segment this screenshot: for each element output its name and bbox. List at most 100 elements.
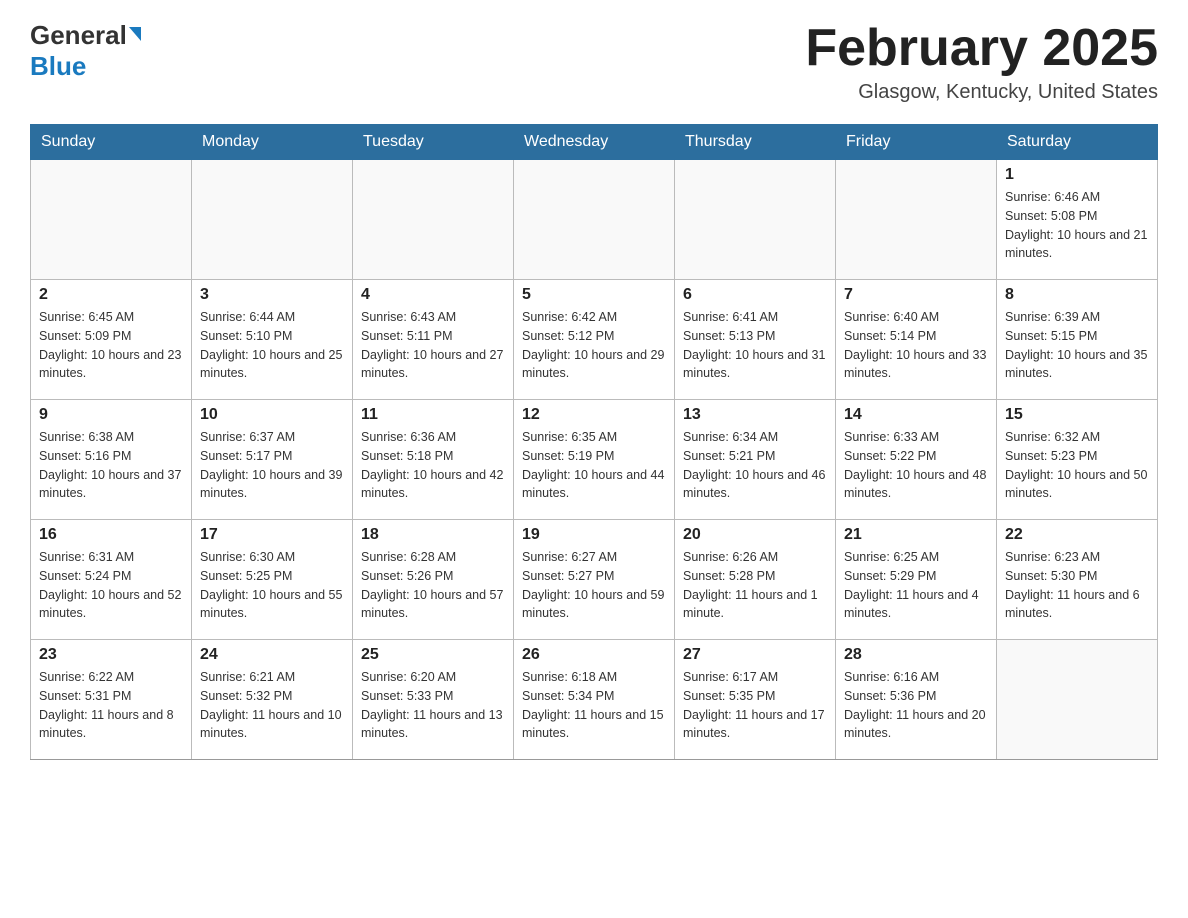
day-info: Sunrise: 6:36 AMSunset: 5:18 PMDaylight:…	[361, 428, 505, 503]
day-number: 18	[361, 526, 505, 544]
calendar-cell: 13 Sunrise: 6:34 AMSunset: 5:21 PMDayligh…	[675, 400, 836, 520]
day-number: 23	[39, 646, 183, 664]
day-info: Sunrise: 6:38 AMSunset: 5:16 PMDaylight:…	[39, 428, 183, 503]
day-number: 17	[200, 526, 344, 544]
day-number: 9	[39, 406, 183, 424]
day-info: Sunrise: 6:23 AMSunset: 5:30 PMDaylight:…	[1005, 548, 1149, 623]
day-number: 13	[683, 406, 827, 424]
calendar-cell	[353, 160, 514, 280]
day-number: 21	[844, 526, 988, 544]
day-number: 15	[1005, 406, 1149, 424]
day-info: Sunrise: 6:18 AMSunset: 5:34 PMDaylight:…	[522, 668, 666, 743]
day-number: 3	[200, 286, 344, 304]
day-number: 2	[39, 286, 183, 304]
day-number: 24	[200, 646, 344, 664]
day-info: Sunrise: 6:41 AMSunset: 5:13 PMDaylight:…	[683, 308, 827, 383]
calendar-cell: 8 Sunrise: 6:39 AMSunset: 5:15 PMDaylight…	[997, 280, 1158, 400]
calendar-cell: 3 Sunrise: 6:44 AMSunset: 5:10 PMDaylight…	[192, 280, 353, 400]
day-info: Sunrise: 6:35 AMSunset: 5:19 PMDaylight:…	[522, 428, 666, 503]
day-info: Sunrise: 6:16 AMSunset: 5:36 PMDaylight:…	[844, 668, 988, 743]
day-info: Sunrise: 6:37 AMSunset: 5:17 PMDaylight:…	[200, 428, 344, 503]
day-number: 10	[200, 406, 344, 424]
calendar-cell: 7Sunrise: 6:40 AMSunset: 5:14 PMDaylight…	[836, 280, 997, 400]
title-area: February 2025 Glasgow, Kentucky, United …	[805, 20, 1158, 104]
day-number: 27	[683, 646, 827, 664]
day-number: 25	[361, 646, 505, 664]
day-number: 26	[522, 646, 666, 664]
calendar-cell: 19Sunrise: 6:27 AMSunset: 5:27 PMDayligh…	[514, 520, 675, 640]
day-info: Sunrise: 6:43 AMSunset: 5:11 PMDaylight:…	[361, 308, 505, 383]
calendar-cell: 22 Sunrise: 6:23 AMSunset: 5:30 PMDayligh…	[997, 520, 1158, 640]
logo-text: General	[30, 20, 141, 51]
calendar-table: SundayMondayTuesdayWednesdayThursdayFrid…	[30, 124, 1158, 760]
calendar-week-row: 9 Sunrise: 6:38 AMSunset: 5:16 PMDaylight…	[31, 400, 1158, 520]
day-number: 5	[522, 286, 666, 304]
location: Glasgow, Kentucky, United States	[805, 81, 1158, 104]
calendar-header-tuesday: Tuesday	[353, 125, 514, 160]
calendar-cell: 16Sunrise: 6:31 AMSunset: 5:24 PMDayligh…	[31, 520, 192, 640]
calendar-cell: 28 Sunrise: 6:16 AMSunset: 5:36 PMDayligh…	[836, 640, 997, 760]
month-title: February 2025	[805, 20, 1158, 77]
calendar-cell: 20 Sunrise: 6:26 AMSunset: 5:28 PMDayligh…	[675, 520, 836, 640]
day-info: Sunrise: 6:42 AMSunset: 5:12 PMDaylight:…	[522, 308, 666, 383]
logo: General Blue	[30, 20, 141, 82]
calendar-header-sunday: Sunday	[31, 125, 192, 160]
day-info: Sunrise: 6:22 AMSunset: 5:31 PMDaylight:…	[39, 668, 183, 743]
day-number: 7	[844, 286, 988, 304]
calendar-week-row: 23 Sunrise: 6:22 AMSunset: 5:31 PMDayligh…	[31, 640, 1158, 760]
calendar-cell: 17 Sunrise: 6:30 AMSunset: 5:25 PMDayligh…	[192, 520, 353, 640]
day-number: 12	[522, 406, 666, 424]
calendar-week-row: 1 Sunrise: 6:46 AMSunset: 5:08 PMDaylight…	[31, 160, 1158, 280]
day-info: Sunrise: 6:21 AMSunset: 5:32 PMDaylight:…	[200, 668, 344, 743]
calendar-cell	[31, 160, 192, 280]
day-number: 28	[844, 646, 988, 664]
day-info: Sunrise: 6:33 AMSunset: 5:22 PMDaylight:…	[844, 428, 988, 503]
calendar-header-wednesday: Wednesday	[514, 125, 675, 160]
calendar-cell: 5 Sunrise: 6:42 AMSunset: 5:12 PMDaylight…	[514, 280, 675, 400]
calendar-cell	[514, 160, 675, 280]
calendar-week-row: 16Sunrise: 6:31 AMSunset: 5:24 PMDayligh…	[31, 520, 1158, 640]
day-number: 20	[683, 526, 827, 544]
calendar-cell: 11 Sunrise: 6:36 AMSunset: 5:18 PMDayligh…	[353, 400, 514, 520]
day-info: Sunrise: 6:44 AMSunset: 5:10 PMDaylight:…	[200, 308, 344, 383]
calendar-cell: 1 Sunrise: 6:46 AMSunset: 5:08 PMDaylight…	[997, 160, 1158, 280]
day-info: Sunrise: 6:34 AMSunset: 5:21 PMDaylight:…	[683, 428, 827, 503]
logo-arrow-icon	[129, 27, 141, 41]
day-info: Sunrise: 6:30 AMSunset: 5:25 PMDaylight:…	[200, 548, 344, 623]
day-number: 6	[683, 286, 827, 304]
page-header: General Blue February 2025 Glasgow, Kent…	[30, 20, 1158, 104]
calendar-cell: 25 Sunrise: 6:20 AMSunset: 5:33 PMDayligh…	[353, 640, 514, 760]
day-info: Sunrise: 6:26 AMSunset: 5:28 PMDaylight:…	[683, 548, 827, 623]
calendar-header-saturday: Saturday	[997, 125, 1158, 160]
day-info: Sunrise: 6:20 AMSunset: 5:33 PMDaylight:…	[361, 668, 505, 743]
calendar-cell: 26 Sunrise: 6:18 AMSunset: 5:34 PMDayligh…	[514, 640, 675, 760]
day-info: Sunrise: 6:45 AMSunset: 5:09 PMDaylight:…	[39, 308, 183, 383]
calendar-cell: 21 Sunrise: 6:25 AMSunset: 5:29 PMDayligh…	[836, 520, 997, 640]
day-number: 14	[844, 406, 988, 424]
day-number: 8	[1005, 286, 1149, 304]
day-info: Sunrise: 6:32 AMSunset: 5:23 PMDaylight:…	[1005, 428, 1149, 503]
calendar-cell	[836, 160, 997, 280]
calendar-header-friday: Friday	[836, 125, 997, 160]
day-number: 1	[1005, 166, 1149, 184]
day-info: Sunrise: 6:39 AMSunset: 5:15 PMDaylight:…	[1005, 308, 1149, 383]
day-number: 4	[361, 286, 505, 304]
day-info: Sunrise: 6:46 AMSunset: 5:08 PMDaylight:…	[1005, 188, 1149, 263]
calendar-cell: 24 Sunrise: 6:21 AMSunset: 5:32 PMDayligh…	[192, 640, 353, 760]
calendar-cell: 15 Sunrise: 6:32 AMSunset: 5:23 PMDayligh…	[997, 400, 1158, 520]
calendar-header-row: SundayMondayTuesdayWednesdayThursdayFrid…	[31, 125, 1158, 160]
calendar-cell: 14 Sunrise: 6:33 AMSunset: 5:22 PMDayligh…	[836, 400, 997, 520]
day-number: 22	[1005, 526, 1149, 544]
calendar-cell: 2 Sunrise: 6:45 AMSunset: 5:09 PMDaylight…	[31, 280, 192, 400]
calendar-cell: 6 Sunrise: 6:41 AMSunset: 5:13 PMDaylight…	[675, 280, 836, 400]
calendar-cell: 18 Sunrise: 6:28 AMSunset: 5:26 PMDayligh…	[353, 520, 514, 640]
calendar-week-row: 2 Sunrise: 6:45 AMSunset: 5:09 PMDaylight…	[31, 280, 1158, 400]
day-info: Sunrise: 6:28 AMSunset: 5:26 PMDaylight:…	[361, 548, 505, 623]
day-number: 11	[361, 406, 505, 424]
calendar-cell: 23 Sunrise: 6:22 AMSunset: 5:31 PMDayligh…	[31, 640, 192, 760]
day-info: Sunrise: 6:25 AMSunset: 5:29 PMDaylight:…	[844, 548, 988, 623]
day-info: Sunrise: 6:31 AMSunset: 5:24 PMDaylight:…	[39, 548, 183, 623]
calendar-header-thursday: Thursday	[675, 125, 836, 160]
calendar-cell	[675, 160, 836, 280]
calendar-cell	[997, 640, 1158, 760]
